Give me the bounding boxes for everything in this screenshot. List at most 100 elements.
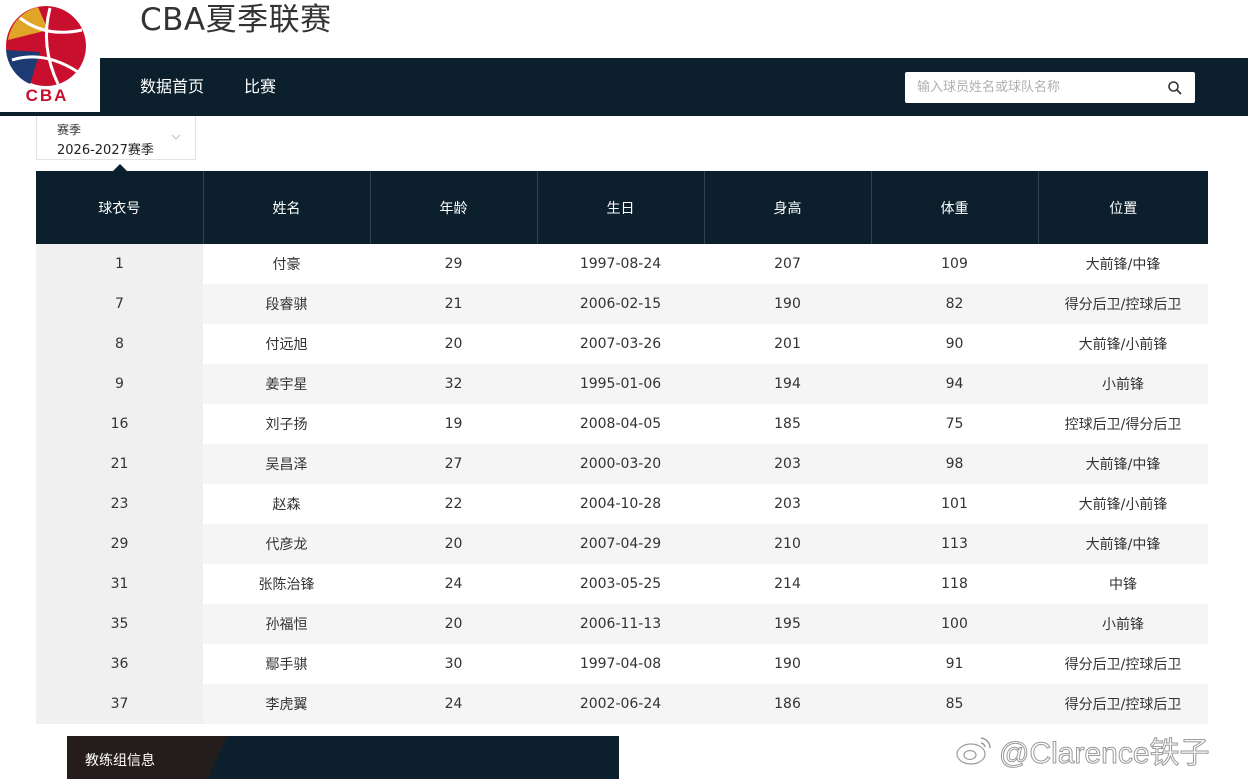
cell-name[interactable]: 鄢手骐 (203, 644, 370, 684)
cell-height: 203 (704, 484, 871, 524)
weibo-watermark: @Clarence铁子 (955, 728, 1210, 772)
cell-jersey-number: 21 (36, 444, 203, 484)
cell-age: 32 (370, 364, 537, 404)
cell-jersey-number: 29 (36, 524, 203, 564)
search-box (905, 72, 1195, 103)
season-dropdown[interactable]: 赛季 2026-2027赛季 (36, 116, 196, 160)
cell-height: 195 (704, 604, 871, 644)
cell-height: 186 (704, 684, 871, 724)
cell-name[interactable]: 代彦龙 (203, 524, 370, 564)
table-row[interactable]: 1 付豪 29 1997-08-24 207 109 大前锋/中锋 (36, 244, 1208, 284)
cell-jersey-number: 37 (36, 684, 203, 724)
cell-position: 大前锋/小前锋 (1038, 324, 1208, 364)
chevron-down-icon (171, 134, 181, 140)
table-row[interactable]: 35 孙福恒 20 2006-11-13 195 100 小前锋 (36, 604, 1208, 644)
season-label: 赛季 (57, 123, 82, 137)
cell-name[interactable]: 付豪 (203, 244, 370, 284)
cell-weight: 90 (871, 324, 1038, 364)
cell-height: 194 (704, 364, 871, 404)
cell-jersey-number: 23 (36, 484, 203, 524)
table-row[interactable]: 37 李虎翼 24 2002-06-24 186 85 得分后卫/控球后卫 (36, 684, 1208, 724)
cell-height: 201 (704, 324, 871, 364)
header-height[interactable]: 身高 (704, 171, 872, 244)
cell-age: 29 (370, 244, 537, 284)
cell-jersey-number: 8 (36, 324, 203, 364)
cell-age: 24 (370, 564, 537, 604)
table-row[interactable]: 29 代彦龙 20 2007-04-29 210 113 大前锋/中锋 (36, 524, 1208, 564)
cell-weight: 98 (871, 444, 1038, 484)
cell-height: 185 (704, 404, 871, 444)
table-row[interactable]: 36 鄢手骐 30 1997-04-08 190 91 得分后卫/控球后卫 (36, 644, 1208, 684)
nav-item-data-home[interactable]: 数据首页 (140, 58, 204, 116)
cell-weight: 75 (871, 404, 1038, 444)
cell-birthday: 2006-02-15 (537, 284, 704, 324)
cell-position: 大前锋/中锋 (1038, 524, 1208, 564)
cell-age: 20 (370, 524, 537, 564)
header-birthday[interactable]: 生日 (537, 171, 705, 244)
cell-position: 小前锋 (1038, 604, 1208, 644)
cell-jersey-number: 35 (36, 604, 203, 644)
table-row[interactable]: 9 姜宇星 32 1995-01-06 194 94 小前锋 (36, 364, 1208, 404)
table-row[interactable]: 7 段睿骐 21 2006-02-15 190 82 得分后卫/控球后卫 (36, 284, 1208, 324)
cell-age: 30 (370, 644, 537, 684)
cell-weight: 113 (871, 524, 1038, 564)
site-title: CBA夏季联赛 (140, 2, 332, 38)
cell-name[interactable]: 姜宇星 (203, 364, 370, 404)
search-icon[interactable] (1167, 80, 1183, 96)
cell-weight: 100 (871, 604, 1038, 644)
cell-age: 22 (370, 484, 537, 524)
header-jersey-number[interactable]: 球衣号 (36, 171, 204, 244)
cell-name[interactable]: 张陈治锋 (203, 564, 370, 604)
cell-weight: 82 (871, 284, 1038, 324)
cell-position: 大前锋/小前锋 (1038, 484, 1208, 524)
cell-name[interactable]: 付远旭 (203, 324, 370, 364)
cell-height: 203 (704, 444, 871, 484)
coach-section-title[interactable]: 教练组信息 (85, 736, 155, 779)
cell-height: 190 (704, 644, 871, 684)
season-value: 2026-2027赛季 (57, 143, 154, 158)
cell-name[interactable]: 吴昌泽 (203, 444, 370, 484)
cell-birthday: 1997-08-24 (537, 244, 704, 284)
roster-table-body: 1 付豪 29 1997-08-24 207 109 大前锋/中锋 7 段睿骐 21 2006-02… (36, 244, 1208, 724)
nav-item-matches[interactable]: 比赛 (244, 58, 276, 116)
cell-jersey-number: 31 (36, 564, 203, 604)
table-row[interactable]: 31 张陈治锋 24 2003-05-25 214 118 中锋 (36, 564, 1208, 604)
cell-height: 190 (704, 284, 871, 324)
cell-height: 207 (704, 244, 871, 284)
cell-height: 210 (704, 524, 871, 564)
cell-weight: 101 (871, 484, 1038, 524)
header-age[interactable]: 年龄 (370, 171, 538, 244)
header-weight[interactable]: 体重 (871, 171, 1039, 244)
cell-weight: 91 (871, 644, 1038, 684)
cell-weight: 109 (871, 244, 1038, 284)
coach-section-header: 教练组信息 (67, 736, 619, 779)
cell-age: 20 (370, 604, 537, 644)
cell-height: 214 (704, 564, 871, 604)
cell-birthday: 1997-04-08 (537, 644, 704, 684)
cell-name[interactable]: 李虎翼 (203, 684, 370, 724)
cell-name[interactable]: 刘子扬 (203, 404, 370, 444)
cell-jersey-number: 9 (36, 364, 203, 404)
cba-logo[interactable]: CBA (0, 0, 100, 112)
cell-position: 得分后卫/控球后卫 (1038, 684, 1208, 724)
table-row[interactable]: 8 付远旭 20 2007-03-26 201 90 大前锋/小前锋 (36, 324, 1208, 364)
table-row[interactable]: 16 刘子扬 19 2008-04-05 185 75 控球后卫/得分后卫 (36, 404, 1208, 444)
roster-table: 球衣号 姓名 年龄 生日 身高 体重 位置 1 付豪 29 1997-08-24 207… (36, 171, 1208, 724)
search-input[interactable] (905, 72, 1155, 103)
table-row[interactable]: 23 赵森 22 2004-10-28 203 101 大前锋/小前锋 (36, 484, 1208, 524)
cell-birthday: 2007-03-26 (537, 324, 704, 364)
cell-position: 大前锋/中锋 (1038, 444, 1208, 484)
cell-age: 24 (370, 684, 537, 724)
cell-name[interactable]: 孙福恒 (203, 604, 370, 644)
cell-age: 19 (370, 404, 537, 444)
header-name[interactable]: 姓名 (203, 171, 371, 244)
header-position[interactable]: 位置 (1038, 171, 1208, 244)
cell-weight: 118 (871, 564, 1038, 604)
cell-name[interactable]: 段睿骐 (203, 284, 370, 324)
cell-position: 中锋 (1038, 564, 1208, 604)
cell-name[interactable]: 赵森 (203, 484, 370, 524)
table-row[interactable]: 21 吴昌泽 27 2000-03-20 203 98 大前锋/中锋 (36, 444, 1208, 484)
cell-birthday: 2003-05-25 (537, 564, 704, 604)
cell-age: 21 (370, 284, 537, 324)
cell-position: 得分后卫/控球后卫 (1038, 284, 1208, 324)
